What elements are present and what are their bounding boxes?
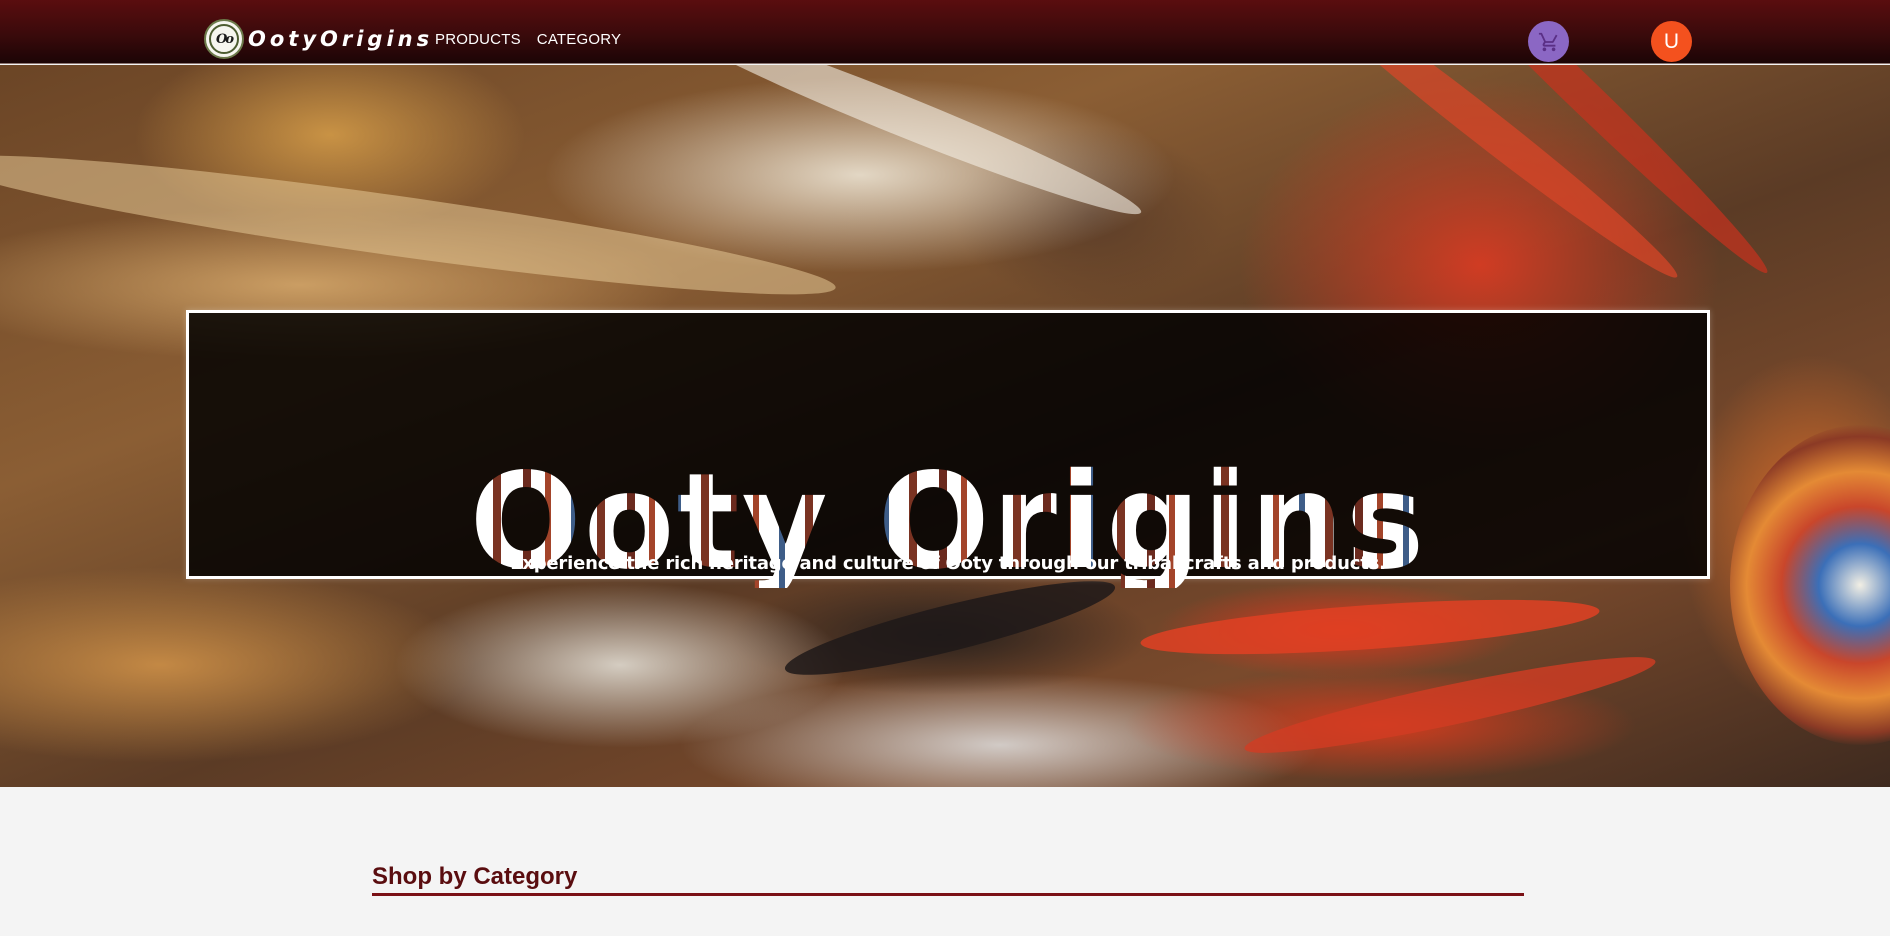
feather-stroke-decoration — [0, 132, 840, 318]
feather-stroke-decoration — [1271, 65, 1689, 292]
brand-link[interactable]: Oo OotyOrigins — [204, 18, 433, 60]
feather-stroke-decoration — [651, 65, 1149, 231]
shop-by-category-section: Shop by Category — [0, 787, 1890, 936]
cart-button[interactable] — [1528, 21, 1569, 62]
brand-name: OotyOrigins — [248, 27, 434, 51]
nav-category-link[interactable]: CATEGORY — [537, 31, 621, 48]
user-avatar-button[interactable]: U — [1651, 21, 1692, 62]
section-heading: Shop by Category — [372, 863, 578, 890]
feather-stroke-decoration — [1139, 589, 1601, 665]
hero-banner: Ooty Origins Experience the rich heritag… — [0, 65, 1890, 787]
section-divider — [372, 893, 1524, 896]
top-navbar: Oo OotyOrigins PRODUCTS CATEGORY U — [0, 0, 1890, 64]
brand-logo-icon: Oo — [204, 19, 244, 59]
beaded-medallion-decoration — [1730, 425, 1890, 745]
shopping-cart-icon — [1538, 32, 1557, 51]
feather-stroke-decoration — [1240, 641, 1660, 769]
main-nav: PRODUCTS CATEGORY — [435, 31, 621, 48]
hero-title-panel: Ooty Origins Experience the rich heritag… — [186, 310, 1710, 588]
hero-subtitle: Experience the rich heritage and culture… — [510, 553, 1386, 574]
nav-products-link[interactable]: PRODUCTS — [435, 31, 521, 48]
brand-logo-mark: Oo — [209, 24, 239, 54]
feather-stroke-decoration — [1381, 65, 1779, 285]
